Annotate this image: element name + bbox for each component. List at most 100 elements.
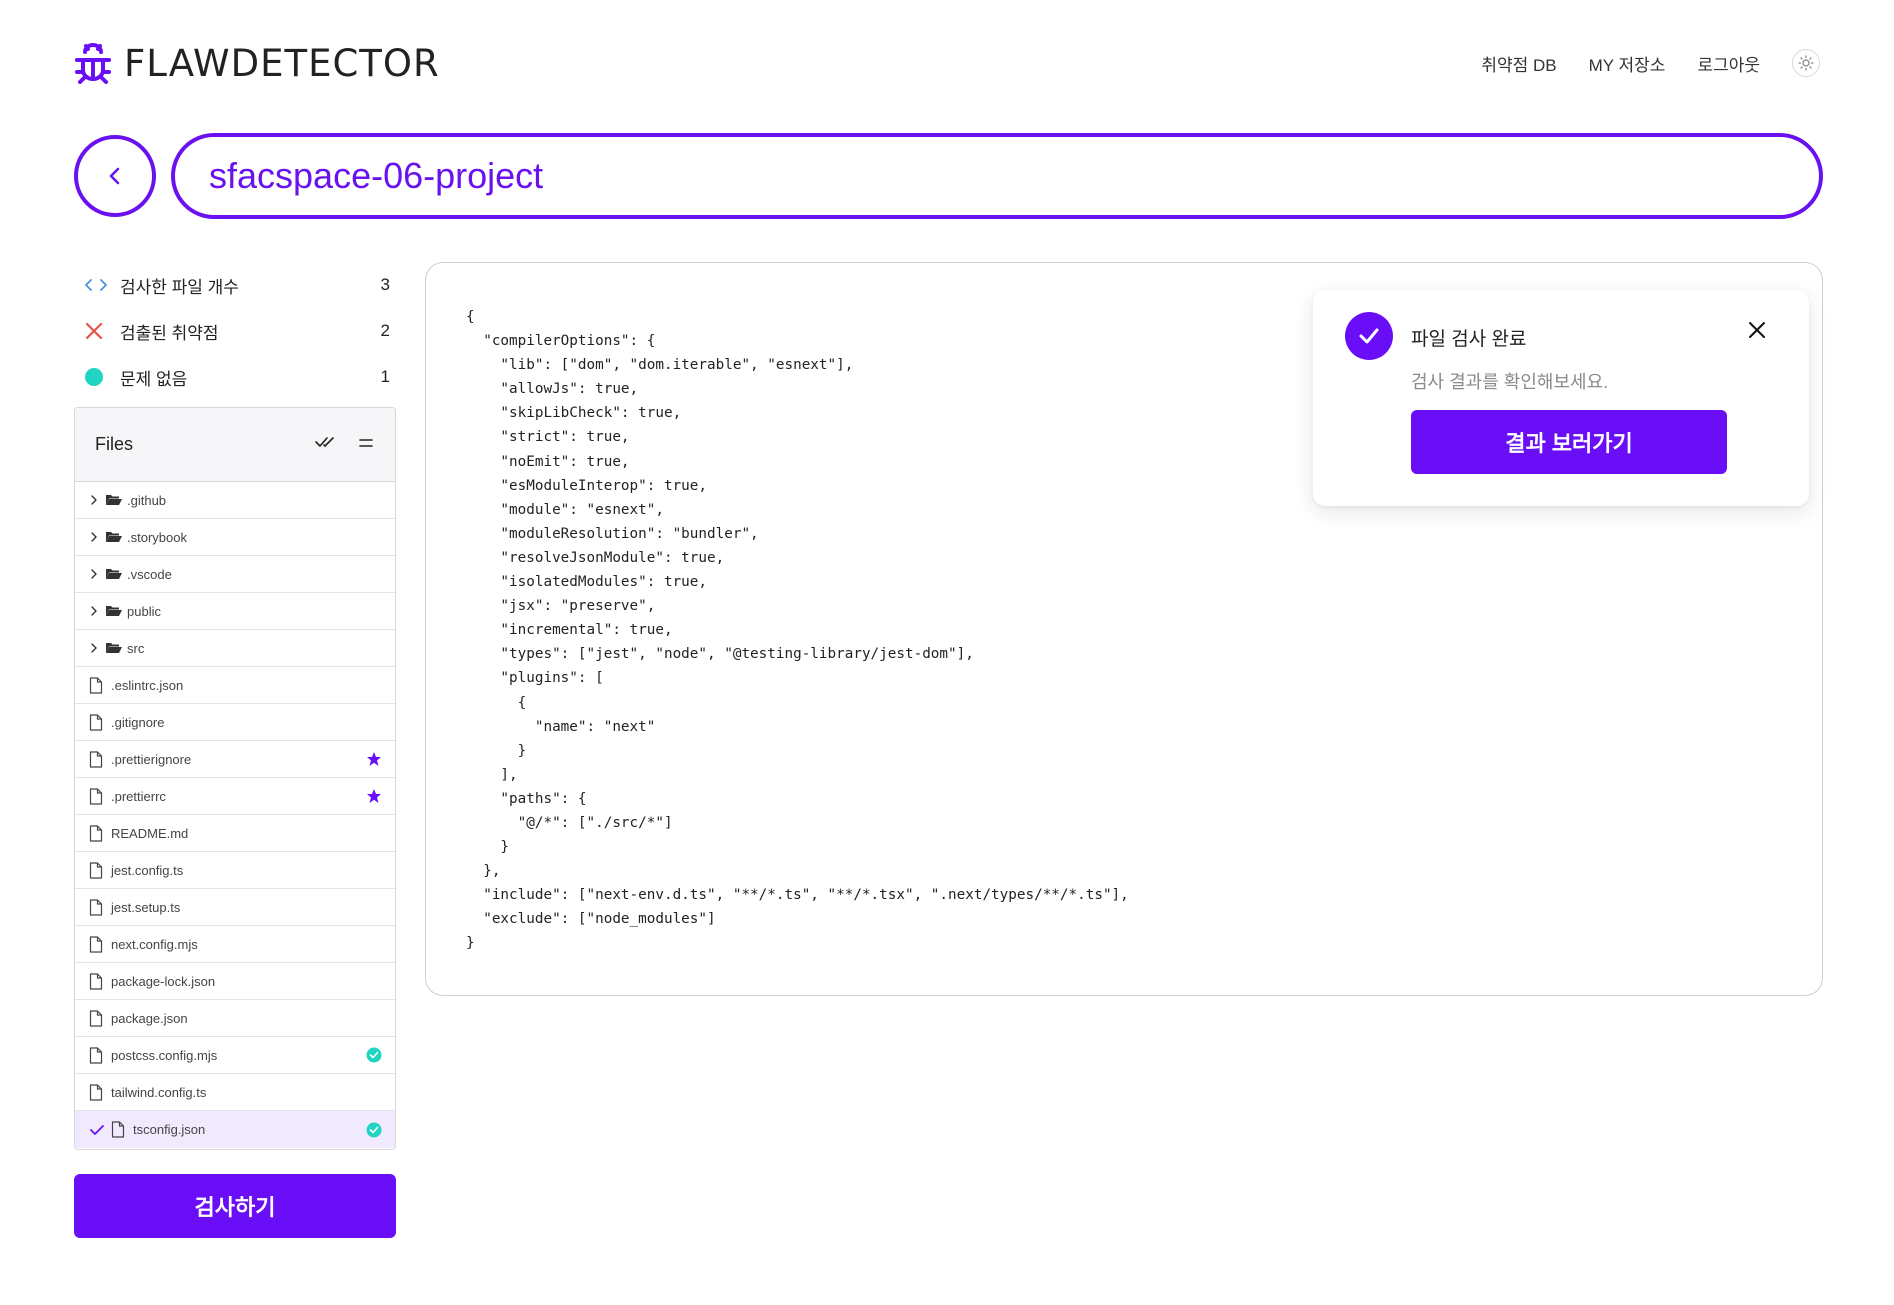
stat-count: 3: [380, 275, 390, 294]
scan-button[interactable]: 검사하기: [74, 1174, 396, 1238]
file-row[interactable]: tailwind.config.ts: [75, 1074, 395, 1111]
empty-badge: [365, 972, 383, 990]
scan-complete-toast: 파일 검사 완료 검사 결과를 확인해보세요. 결과 보러가기: [1313, 290, 1809, 506]
empty-badge: [365, 935, 383, 953]
toast-title: 파일 검사 완료: [1411, 329, 1527, 350]
folder-open-icon: [105, 493, 125, 507]
view-results-button[interactable]: 결과 보러가기: [1411, 410, 1727, 474]
file-row[interactable]: package-lock.json: [75, 963, 395, 1000]
file-row[interactable]: tsconfig.json: [75, 1111, 395, 1148]
empty-badge: [365, 1083, 383, 1101]
folder-open-icon: [105, 604, 125, 618]
file-name: .vscode: [127, 566, 172, 582]
file-row[interactable]: .prettierrc: [75, 778, 395, 815]
file-name: .prettierrc: [111, 788, 166, 804]
file-row[interactable]: jest.config.ts: [75, 852, 395, 889]
stat-vulnerabilities: 검출된 취약점 2: [84, 308, 390, 354]
bug-logo-icon: [75, 43, 111, 84]
file-name: next.config.mjs: [111, 936, 198, 952]
files-title: Files: [95, 434, 134, 454]
folder-row[interactable]: .vscode: [75, 556, 395, 593]
empty-badge: [365, 528, 383, 546]
selected-check-icon: [89, 1124, 107, 1136]
file-name: .storybook: [127, 529, 187, 545]
stat-count: 2: [380, 321, 390, 340]
chevron-left-icon: [109, 167, 120, 185]
file-name: package-lock.json: [111, 973, 216, 989]
folder-row[interactable]: .storybook: [75, 519, 395, 556]
file-icon: [89, 713, 109, 731]
code-brackets-icon: [84, 277, 108, 293]
theme-toggle-button[interactable]: [1792, 49, 1820, 77]
file-row[interactable]: .prettierignore: [75, 741, 395, 778]
project-title-bar: sfacspace-06-project: [171, 133, 1823, 219]
file-name: .eslintrc.json: [111, 677, 184, 693]
file-icon: [89, 1009, 109, 1027]
stat-label: 검출된 취약점: [120, 323, 219, 343]
empty-badge: [365, 824, 383, 842]
file-name: jest.setup.ts: [111, 899, 181, 915]
folder-row[interactable]: public: [75, 593, 395, 630]
logo[interactable]: FLAWDETECTOR: [74, 42, 440, 85]
folder-open-icon: [105, 567, 125, 581]
file-row[interactable]: next.config.mjs: [75, 926, 395, 963]
file-row[interactable]: postcss.config.mjs: [75, 1037, 395, 1074]
file-icon: [89, 898, 109, 916]
file-name: src: [127, 640, 145, 656]
file-row[interactable]: jest.setup.ts: [75, 889, 395, 926]
nav-logout[interactable]: 로그아웃: [1697, 51, 1760, 76]
chevron-right-icon[interactable]: [89, 494, 101, 506]
folder-row[interactable]: src: [75, 630, 395, 667]
ok-check-icon: [365, 1121, 383, 1139]
file-name: .prettierignore: [111, 751, 192, 767]
code-content: { "compilerOptions": { "lib": ["dom", "d…: [466, 309, 1129, 952]
stat-scanned-files: 검사한 파일 개수 3: [84, 262, 390, 308]
file-icon: [89, 750, 109, 768]
chevron-right-icon[interactable]: [89, 642, 101, 654]
chevron-right-icon[interactable]: [89, 531, 101, 543]
file-name: README.md: [111, 825, 189, 841]
file-icon: [89, 1046, 109, 1064]
empty-badge: [365, 565, 383, 583]
file-row[interactable]: package.json: [75, 1000, 395, 1037]
header: FLAWDETECTOR 취약점 DB MY 저장소 로그아웃: [74, 38, 1820, 88]
stat-label: 검사한 파일 개수: [120, 277, 239, 297]
x-icon: [84, 321, 108, 341]
chevron-right-icon[interactable]: [89, 605, 101, 617]
empty-badge: [365, 1009, 383, 1027]
double-check-icon: [315, 437, 334, 447]
stat-count: 1: [380, 367, 390, 386]
collapse-icon: [359, 438, 373, 447]
toast-close-button[interactable]: [1745, 318, 1769, 342]
folder-row[interactable]: .github: [75, 482, 395, 519]
file-name: .gitignore: [111, 714, 165, 730]
file-row[interactable]: .gitignore: [75, 704, 395, 741]
file-row[interactable]: README.md: [75, 815, 395, 852]
ok-check-icon: [365, 1046, 383, 1064]
nav-my-repo[interactable]: MY 저장소: [1589, 51, 1666, 76]
file-icon: [89, 861, 109, 879]
scan-stats: 검사한 파일 개수 3 검출된 취약점 2 문제 없음 1: [84, 262, 390, 400]
chevron-right-icon[interactable]: [89, 568, 101, 580]
toast-message: 검사 결과를 확인해보세요.: [1411, 372, 1609, 392]
file-name: .github: [127, 492, 167, 508]
file-name: package.json: [111, 1010, 188, 1026]
files-panel: Files .github .storybook .vscode public src.…: [74, 407, 396, 1150]
file-icon: [89, 787, 109, 805]
file-icon: [111, 1121, 131, 1138]
files-tools: [315, 435, 375, 454]
collapse-all-button[interactable]: [357, 436, 375, 454]
stat-label: 문제 없음: [120, 369, 188, 389]
file-name: tailwind.config.ts: [111, 1084, 207, 1100]
file-name: public: [127, 603, 161, 619]
file-icon: [89, 1083, 109, 1101]
file-name: postcss.config.mjs: [111, 1047, 218, 1063]
empty-badge: [365, 602, 383, 620]
nav-vuln-db[interactable]: 취약점 DB: [1481, 51, 1556, 76]
file-row[interactable]: .eslintrc.json: [75, 667, 395, 704]
select-all-button[interactable]: [315, 435, 339, 454]
empty-badge: [365, 898, 383, 916]
stat-no-issue: 문제 없음 1: [84, 354, 390, 400]
back-button[interactable]: [74, 135, 156, 217]
star-icon: [365, 750, 383, 768]
